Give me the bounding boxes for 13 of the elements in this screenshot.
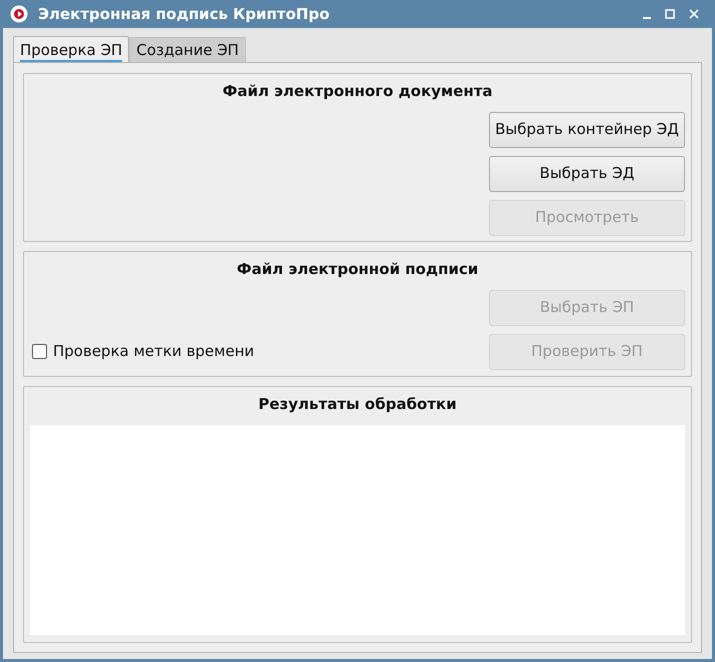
checkbox[interactable] [32,344,47,359]
app-icon [10,5,28,23]
group-title: Файл электронного документа [222,81,493,102]
tab[interactable]: Проверка ЭП [13,36,130,63]
group-title: Файл электронной подписи [236,259,478,280]
tab[interactable]: Создание ЭП [129,37,246,62]
action-button[interactable]: Выбрать контейнер ЭД [489,112,685,148]
action-button[interactable]: Выбрать ЭД [489,156,685,192]
checkbox-label: Проверка метки времени [53,341,254,362]
group-title: Результаты обработки [258,394,457,415]
window-title: Электронная подпись КриптоПро [38,4,330,25]
maximize-icon[interactable] [665,9,675,19]
close-icon[interactable] [689,9,699,19]
